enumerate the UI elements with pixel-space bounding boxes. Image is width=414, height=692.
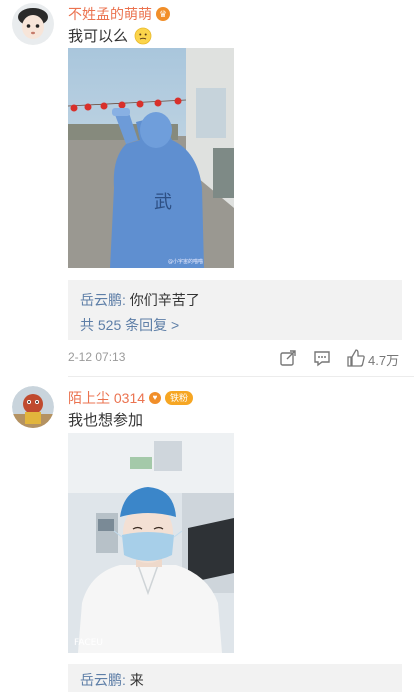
- reply-box[interactable]: 岳云鹏: 来: [68, 664, 402, 692]
- photo-nurse-selfie: FACEU: [68, 433, 234, 653]
- thumbs-up-icon[interactable]: [346, 348, 366, 368]
- reply-line[interactable]: 岳云鹏: 你们辛苦了: [80, 290, 200, 310]
- comment-icon[interactable]: [312, 348, 332, 368]
- reply-text: 来: [129, 672, 144, 688]
- username-text[interactable]: 陌上尘 0314: [68, 388, 145, 408]
- avatar-cartoon-icon: [12, 386, 54, 428]
- comment-item: 陌上尘 0314 ♥ 铁粉 我也想参加 FACEU 岳云鹏: 来: [0, 380, 414, 692]
- avatar-face-icon: [12, 3, 54, 45]
- reply-author[interactable]: 岳云鹏: [80, 292, 122, 308]
- more-replies-link[interactable]: 共 525 条回复 >: [80, 315, 179, 335]
- reply-box[interactable]: 岳云鹏: 你们辛苦了 共 525 条回复 >: [68, 280, 402, 340]
- comment-body: 我可以么: [68, 28, 129, 45]
- photo-watermark: @小宇宙的喵喵: [168, 258, 203, 265]
- thinking-face-icon: [134, 27, 152, 44]
- fan-badge: 铁粉: [165, 391, 194, 405]
- comment-text: 我也想参加: [68, 409, 143, 430]
- comment-meta: 2-12 07:13 4.7万: [68, 346, 402, 370]
- reply-text: 你们辛苦了: [129, 292, 200, 308]
- reply-author[interactable]: 岳云鹏: [80, 672, 122, 688]
- comment-item: 不姓孟的萌萌 ♛ 我可以么 武 @小宇宙的喵喵 岳云鹏: 你们辛苦了 共 525…: [0, 0, 414, 380]
- username-text[interactable]: 不姓孟的萌萌: [68, 4, 152, 24]
- comment-text: 我可以么: [68, 25, 152, 46]
- member-crown-icon: ♛: [156, 7, 170, 21]
- photo-worker-in-protective-suit: 武 @小宇宙的喵喵: [68, 48, 234, 268]
- comment-photo[interactable]: FACEU: [68, 433, 234, 653]
- reply-line[interactable]: 岳云鹏: 来: [80, 670, 144, 690]
- svg-text:武: 武: [154, 192, 172, 213]
- avatar[interactable]: [12, 3, 54, 45]
- comment-photo[interactable]: 武 @小宇宙的喵喵: [68, 48, 234, 268]
- avatar[interactable]: [12, 386, 54, 428]
- like-count: 4.7万: [368, 353, 400, 368]
- divider: [68, 376, 414, 377]
- comment-time: 2-12 07:13: [68, 350, 126, 364]
- username[interactable]: 陌上尘 0314 ♥ 铁粉: [68, 388, 194, 408]
- comment-body: 我也想参加: [68, 412, 144, 429]
- reply-separator: :: [122, 672, 130, 688]
- share-icon[interactable]: [278, 348, 298, 368]
- reply-separator: :: [122, 292, 130, 308]
- photo-watermark: FACEU: [74, 638, 103, 648]
- username[interactable]: 不姓孟的萌萌 ♛: [68, 4, 170, 24]
- fan-heart-icon: ♥: [149, 392, 162, 404]
